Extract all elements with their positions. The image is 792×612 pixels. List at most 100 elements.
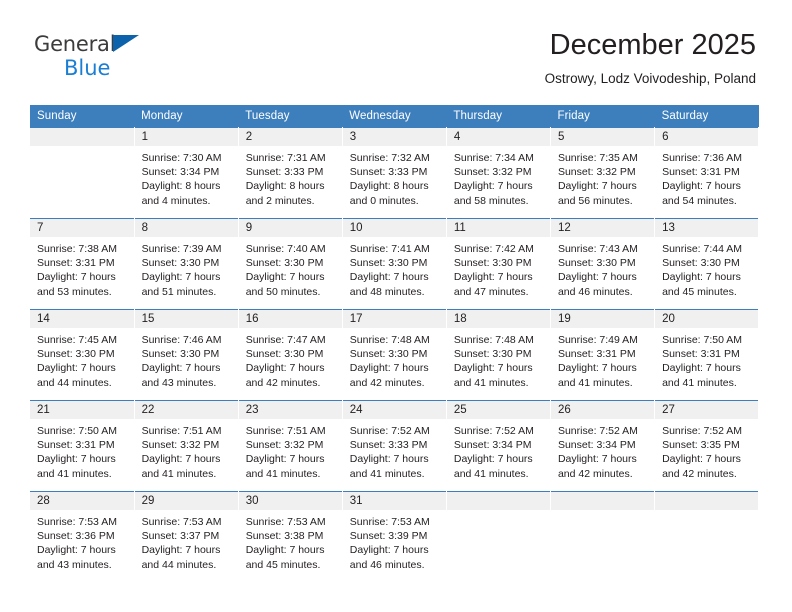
calendar-day-cell[interactable]: 20 Sunrise: 7:50 AM Sunset: 3:31 PM Dayligh…: [654, 309, 760, 401]
sunrise-text: Sunrise: 7:40 AM: [245, 243, 326, 255]
calendar-day-cell[interactable]: 31 Sunrise: 7:53 AM Sunset: 3:39 PM Dayligh…: [342, 491, 447, 580]
day-details: Sunrise: 7:39 AM Sunset: 3:30 PM Daylight:…: [135, 237, 238, 299]
daylight-text-line1: Daylight: 7 hours: [453, 362, 533, 375]
calendar-day-cell[interactable]: 2 Sunrise: 7:31 AM Sunset: 3:33 PM Daylight…: [238, 127, 343, 219]
sunset-text: Sunset: 3:30 PM: [349, 257, 428, 270]
sunrise-text: Sunrise: 7:53 AM: [245, 516, 326, 528]
calendar-day-cell[interactable]: 9 Sunrise: 7:40 AM Sunset: 3:30 PM Daylight…: [238, 218, 343, 310]
sunrise-text: Sunrise: 7:52 AM: [557, 425, 638, 437]
calendar-day-cell[interactable]: 7 Sunrise: 7:38 AM Sunset: 3:31 PM Daylight…: [30, 218, 135, 310]
calendar-day-cell[interactable]: 22 Sunrise: 7:51 AM Sunset: 3:32 PM Dayligh…: [134, 400, 239, 492]
sunset-text: Sunset: 3:30 PM: [453, 257, 532, 270]
daylight-text-line1: Daylight: 7 hours: [349, 362, 429, 375]
calendar-day-cell[interactable]: 24 Sunrise: 7:52 AM Sunset: 3:33 PM Dayligh…: [342, 400, 447, 492]
day-number: [550, 492, 655, 510]
sunrise-text: Sunrise: 7:41 AM: [349, 243, 430, 255]
daylight-text-line2: and 41 minutes.: [662, 376, 737, 389]
calendar-day-cell[interactable]: 23 Sunrise: 7:51 AM Sunset: 3:32 PM Dayligh…: [238, 400, 343, 492]
sunset-text: Sunset: 3:36 PM: [37, 530, 115, 543]
day-number: 17: [342, 310, 446, 328]
calendar-day-cell[interactable]: 4 Sunrise: 7:34 AM Sunset: 3:32 PM Daylight…: [446, 127, 551, 219]
calendar-day-cell[interactable]: 10 Sunrise: 7:41 AM Sunset: 3:30 PM Dayligh…: [342, 218, 447, 310]
calendar-day-cell[interactable]: 18 Sunrise: 7:48 AM Sunset: 3:30 PM Dayligh…: [446, 309, 551, 401]
day-number: 8: [134, 219, 238, 237]
sunrise-text: Sunrise: 7:46 AM: [141, 334, 222, 346]
sunset-text: Sunset: 3:39 PM: [349, 530, 428, 543]
calendar-day-cell[interactable]: 13 Sunrise: 7:44 AM Sunset: 3:30 PM Dayligh…: [654, 218, 760, 310]
sunrise-text: Sunrise: 7:43 AM: [557, 243, 638, 255]
sunset-text: Sunset: 3:30 PM: [662, 257, 740, 270]
daylight-text-line1: Daylight: 7 hours: [37, 453, 116, 466]
calendar-day-cell[interactable]: 16 Sunrise: 7:47 AM Sunset: 3:30 PM Dayligh…: [238, 309, 343, 401]
daylight-text-line2: and 51 minutes.: [141, 285, 217, 298]
calendar-day-cell[interactable]: 27 Sunrise: 7:52 AM Sunset: 3:35 PM Dayligh…: [654, 400, 760, 492]
sunset-text: Sunset: 3:34 PM: [141, 166, 220, 179]
daylight-text-line1: Daylight: 7 hours: [662, 180, 741, 193]
sunrise-text: Sunrise: 7:39 AM: [141, 243, 222, 255]
weekday-header-monday: Monday: [134, 105, 239, 128]
day-details: Sunrise: 7:52 AM Sunset: 3:35 PM Daylight:…: [655, 419, 758, 481]
day-details: Sunrise: 7:31 AM Sunset: 3:33 PM Daylight:…: [239, 146, 342, 208]
daylight-text-line1: Daylight: 7 hours: [141, 362, 221, 375]
calendar-day-cell[interactable]: 5 Sunrise: 7:35 AM Sunset: 3:32 PM Daylight…: [550, 127, 656, 219]
day-number: 30: [238, 492, 342, 510]
calendar-day-cell[interactable]: 21 Sunrise: 7:50 AM Sunset: 3:31 PM Dayligh…: [30, 400, 135, 492]
daylight-text-line1: Daylight: 7 hours: [141, 453, 221, 466]
calendar-day-cell[interactable]: 30 Sunrise: 7:53 AM Sunset: 3:38 PM Dayligh…: [238, 491, 343, 580]
calendar-day-cell[interactable]: 25 Sunrise: 7:52 AM Sunset: 3:34 PM Dayligh…: [446, 400, 551, 492]
daylight-text-line2: and 48 minutes.: [349, 285, 425, 298]
day-number: 10: [342, 219, 446, 237]
calendar-day-cell[interactable]: 6 Sunrise: 7:36 AM Sunset: 3:31 PM Daylight…: [654, 127, 760, 219]
daylight-text-line2: and 41 minutes.: [37, 467, 112, 480]
sunset-text: Sunset: 3:33 PM: [349, 439, 428, 452]
calendar-day-cell[interactable]: 15 Sunrise: 7:46 AM Sunset: 3:30 PM Dayligh…: [134, 309, 239, 401]
daylight-text-line1: Daylight: 7 hours: [37, 544, 116, 557]
calendar-day-cell[interactable]: 12 Sunrise: 7:43 AM Sunset: 3:30 PM Dayligh…: [550, 218, 656, 310]
daylight-text-line2: and 2 minutes.: [245, 194, 315, 207]
calendar-table: Sunday Monday Tuesday Wednesday Thursday…: [30, 105, 760, 580]
day-number: 16: [238, 310, 342, 328]
day-number: 19: [550, 310, 655, 328]
day-details: Sunrise: 7:38 AM Sunset: 3:31 PM Daylight:…: [30, 237, 134, 299]
day-details: Sunrise: 7:48 AM Sunset: 3:30 PM Daylight:…: [343, 328, 446, 390]
sunrise-text: Sunrise: 7:50 AM: [662, 334, 743, 346]
daylight-text-line2: and 41 minutes.: [453, 376, 529, 389]
calendar-day-cell[interactable]: 8 Sunrise: 7:39 AM Sunset: 3:30 PM Daylight…: [134, 218, 239, 310]
calendar-day-cell[interactable]: 29 Sunrise: 7:53 AM Sunset: 3:37 PM Dayligh…: [134, 491, 239, 580]
daylight-text-line2: and 42 minutes.: [349, 376, 425, 389]
sunrise-text: Sunrise: 7:42 AM: [453, 243, 534, 255]
day-number: [655, 492, 759, 510]
daylight-text-line1: Daylight: 7 hours: [141, 271, 221, 284]
day-number: 13: [655, 219, 759, 237]
calendar-day-cell[interactable]: 26 Sunrise: 7:52 AM Sunset: 3:34 PM Dayligh…: [550, 400, 656, 492]
daylight-text-line2: and 43 minutes.: [141, 376, 217, 389]
calendar-day-cell[interactable]: 28 Sunrise: 7:53 AM Sunset: 3:36 PM Dayligh…: [30, 491, 135, 580]
day-number: 27: [655, 401, 759, 419]
calendar-day-cell-empty: [446, 491, 551, 580]
calendar-day-cell[interactable]: 17 Sunrise: 7:48 AM Sunset: 3:30 PM Dayligh…: [342, 309, 447, 401]
calendar-day-cell[interactable]: 19 Sunrise: 7:49 AM Sunset: 3:31 PM Dayligh…: [550, 309, 656, 401]
day-number: 31: [342, 492, 446, 510]
daylight-text-line2: and 0 minutes.: [349, 194, 419, 207]
sunset-text: Sunset: 3:35 PM: [662, 439, 740, 452]
calendar-week-row: 14 Sunrise: 7:45 AM Sunset: 3:30 PM Dayligh…: [30, 309, 760, 401]
general-blue-logo[interactable]: General Blue: [34, 34, 214, 82]
day-details: Sunrise: 7:53 AM Sunset: 3:39 PM Daylight:…: [343, 510, 446, 572]
calendar-day-cell[interactable]: 11 Sunrise: 7:42 AM Sunset: 3:30 PM Dayligh…: [446, 218, 551, 310]
calendar-day-cell[interactable]: 1 Sunrise: 7:30 AM Sunset: 3:34 PM Daylight…: [134, 127, 239, 219]
daylight-text-line1: Daylight: 7 hours: [245, 271, 325, 284]
weekday-header-thursday: Thursday: [446, 105, 551, 128]
sunrise-text: Sunrise: 7:53 AM: [37, 516, 117, 528]
daylight-text-line1: Daylight: 7 hours: [349, 453, 429, 466]
daylight-text-line1: Daylight: 7 hours: [245, 453, 325, 466]
calendar-day-cell[interactable]: 3 Sunrise: 7:32 AM Sunset: 3:33 PM Daylight…: [342, 127, 447, 219]
triangle-icon: [113, 35, 140, 52]
daylight-text-line1: Daylight: 7 hours: [557, 180, 637, 193]
daylight-text-line2: and 41 minutes.: [141, 467, 217, 480]
calendar-day-cell-empty: [550, 491, 656, 580]
calendar-day-cell[interactable]: 14 Sunrise: 7:45 AM Sunset: 3:30 PM Dayligh…: [30, 309, 135, 401]
daylight-text-line1: Daylight: 7 hours: [557, 271, 637, 284]
sunset-text: Sunset: 3:37 PM: [141, 530, 220, 543]
daylight-text-line2: and 45 minutes.: [662, 285, 737, 298]
brand-name-general: General: [34, 32, 116, 56]
